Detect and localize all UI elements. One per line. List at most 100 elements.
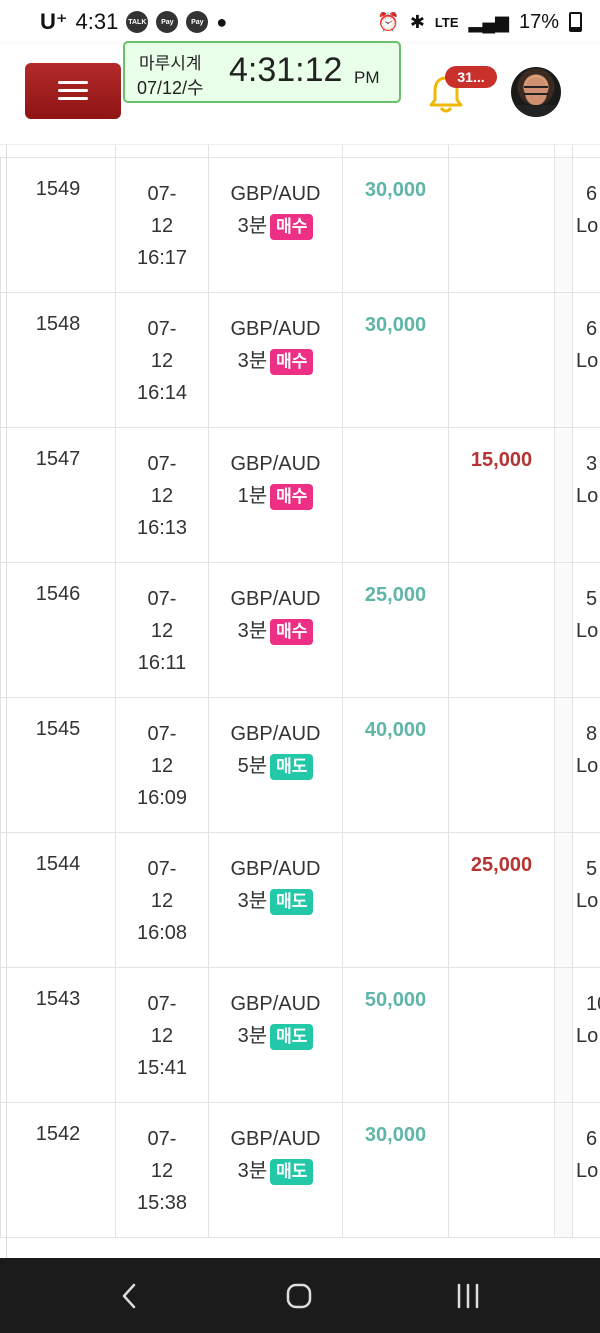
table-top-edge — [0, 145, 600, 157]
trade-gap-cell — [554, 697, 573, 833]
trade-no-cell: 1549 — [0, 157, 116, 293]
trade-period: 3분 — [237, 215, 268, 237]
trade-date-day: 12 — [150, 1025, 174, 1047]
clock-ampm: PM — [354, 68, 380, 87]
trade-direction-badge: 매수 — [270, 618, 314, 645]
trade-no-cell: 1544 — [0, 832, 116, 968]
back-icon[interactable] — [100, 1278, 160, 1314]
trade-direction-badge: 매수 — [270, 348, 314, 375]
trade-no: 1549 — [35, 178, 81, 200]
trade-table-body: 1549 07- 12 16:17 GBP/AUD 3분 매수 30,000 6 Lo 1548 07… — [0, 157, 600, 1238]
payco-icon: Pay — [186, 11, 209, 33]
table-row[interactable]: 1545 07- 12 16:09 GBP/AUD 5분 매도 40,000 8 Lo — [0, 697, 600, 833]
recents-icon[interactable] — [438, 1278, 498, 1314]
clock-date: 07/12/수 — [137, 78, 204, 98]
trade-no-cell: 1547 — [0, 427, 116, 563]
trade-lot-unit: Lo — [576, 215, 599, 237]
avatar[interactable] — [511, 67, 561, 117]
table-row[interactable]: 1548 07- 12 16:14 GBP/AUD 3분 매수 30,000 6 Lo — [0, 292, 600, 428]
hamburger-icon — [58, 81, 88, 101]
trade-lot-unit: Lo — [576, 620, 599, 642]
trade-amount-cell: 6 Lo — [572, 1102, 600, 1238]
trade-win-cell: 30,000 — [342, 157, 449, 293]
table-row[interactable]: 1544 07- 12 16:08 GBP/AUD 3분 매도 25,000 5 Lo — [0, 832, 600, 968]
trade-amount-cell: 6 Lo — [572, 157, 600, 293]
trade-direction-badge: 매수 — [270, 483, 314, 510]
trade-lot-unit: Lo — [576, 1025, 599, 1047]
trade-win-cell — [342, 832, 449, 968]
trade-date-day: 12 — [150, 890, 174, 912]
trade-time: 16:17 — [136, 247, 188, 269]
trade-pair: GBP/AUD — [230, 723, 321, 745]
battery-percent: 17% — [518, 10, 559, 33]
trade-date-month: 07- — [147, 993, 177, 1015]
trade-pair: GBP/AUD — [230, 1128, 321, 1150]
trade-pair: GBP/AUD — [230, 858, 321, 880]
trade-symbol-cell: GBP/AUD 3분 매수 — [208, 292, 343, 428]
left-border — [6, 145, 7, 1258]
trade-lot-amount: 6 — [586, 1128, 598, 1150]
trade-date-day: 12 — [150, 485, 174, 507]
trade-date-month: 07- — [147, 183, 177, 205]
trade-date-day: 12 — [150, 350, 174, 372]
trade-symbol-cell: GBP/AUD 3분 매수 — [208, 562, 343, 698]
trade-loss-amount — [449, 698, 554, 719]
battery-icon — [569, 12, 582, 32]
trade-direction-badge: 매수 — [270, 213, 314, 240]
status-time: 4:31 — [75, 9, 119, 34]
trade-symbol-cell: GBP/AUD 3분 매도 — [208, 1102, 343, 1238]
trade-no-cell: 1542 — [0, 1102, 116, 1238]
trade-lot-amount: 5 — [586, 588, 598, 610]
trade-loss-amount — [449, 158, 554, 179]
trade-win-cell: 30,000 — [342, 292, 449, 428]
trade-date-day: 12 — [150, 620, 174, 642]
table-row[interactable]: 1547 07- 12 16:13 GBP/AUD 1분 매수 15,000 3 Lo — [0, 427, 600, 563]
trade-no: 1545 — [35, 718, 81, 740]
table-row[interactable]: 1543 07- 12 15:41 GBP/AUD 3분매도 50,000 10 Lo — [0, 967, 600, 1103]
trade-amount-cell: 5 Lo — [572, 832, 600, 968]
trade-win-amount: 30,000 — [364, 1124, 427, 1146]
trade-gap-cell — [554, 157, 573, 293]
trade-direction-badge: 매도 — [270, 888, 314, 915]
trade-loss-amount — [449, 293, 554, 314]
trade-amount-cell: 6 Lo — [572, 292, 600, 428]
trade-period: 3분 — [237, 1025, 268, 1047]
table-row[interactable]: 1549 07- 12 16:17 GBP/AUD 3분 매수 30,000 6 Lo — [0, 157, 600, 293]
trade-pair: GBP/AUD — [230, 453, 321, 475]
kakaotalk-icon: TALK — [126, 11, 149, 33]
trade-direction-badge: 매도 — [270, 753, 314, 780]
trade-win-amount: 30,000 — [364, 314, 427, 336]
trade-lot-amount: 6 — [586, 318, 598, 340]
trade-win-amount: 30,000 — [364, 179, 427, 201]
table-row[interactable]: 1542 07- 12 15:38 GBP/AUD 3분 매도 30,000 6 Lo — [0, 1102, 600, 1238]
trade-no-cell: 1545 — [0, 697, 116, 833]
trade-loss-cell — [448, 562, 555, 698]
home-icon[interactable] — [269, 1278, 329, 1314]
signal-icon: ▂▄▆ — [468, 11, 509, 32]
trade-time: 16:09 — [136, 787, 188, 809]
trade-pair: GBP/AUD — [230, 318, 321, 340]
trade-time: 16:11 — [137, 652, 187, 674]
table-row[interactable]: 1546 07- 12 16:11 GBP/AUD 3분 매수 25,000 5 Lo — [0, 562, 600, 698]
trade-lot-unit: Lo — [576, 485, 599, 507]
clock-time: 4:31:12 — [229, 51, 343, 89]
trade-loss-cell — [448, 292, 555, 428]
trade-period: 3분 — [237, 350, 268, 372]
trade-time: 16:08 — [136, 922, 188, 944]
trade-symbol-cell: GBP/AUD 3분 매수 — [208, 157, 343, 293]
trade-period: 3분 — [237, 1160, 268, 1182]
notification-badge[interactable]: 31... — [445, 66, 497, 88]
trade-lot-unit: Lo — [576, 755, 599, 777]
trade-pair: GBP/AUD — [230, 183, 321, 205]
trade-no: 1547 — [35, 448, 81, 470]
trade-history-table-container[interactable]: 1549 07- 12 16:17 GBP/AUD 3분 매수 30,000 6 Lo 1548 07… — [0, 145, 600, 1258]
app-header: 마루시계 07/12/수 4:31:12 PM 31... — [0, 41, 600, 145]
trade-date-cell: 07- 12 16:14 — [115, 292, 209, 428]
trade-date-month: 07- — [147, 723, 177, 745]
trade-loss-amount — [449, 563, 554, 584]
trade-loss-cell: 15,000 — [448, 427, 555, 563]
trade-period: 5분 — [237, 755, 268, 777]
trade-no: 1543 — [35, 988, 81, 1010]
menu-button[interactable] — [25, 63, 121, 119]
trade-time: 15:38 — [136, 1192, 188, 1214]
